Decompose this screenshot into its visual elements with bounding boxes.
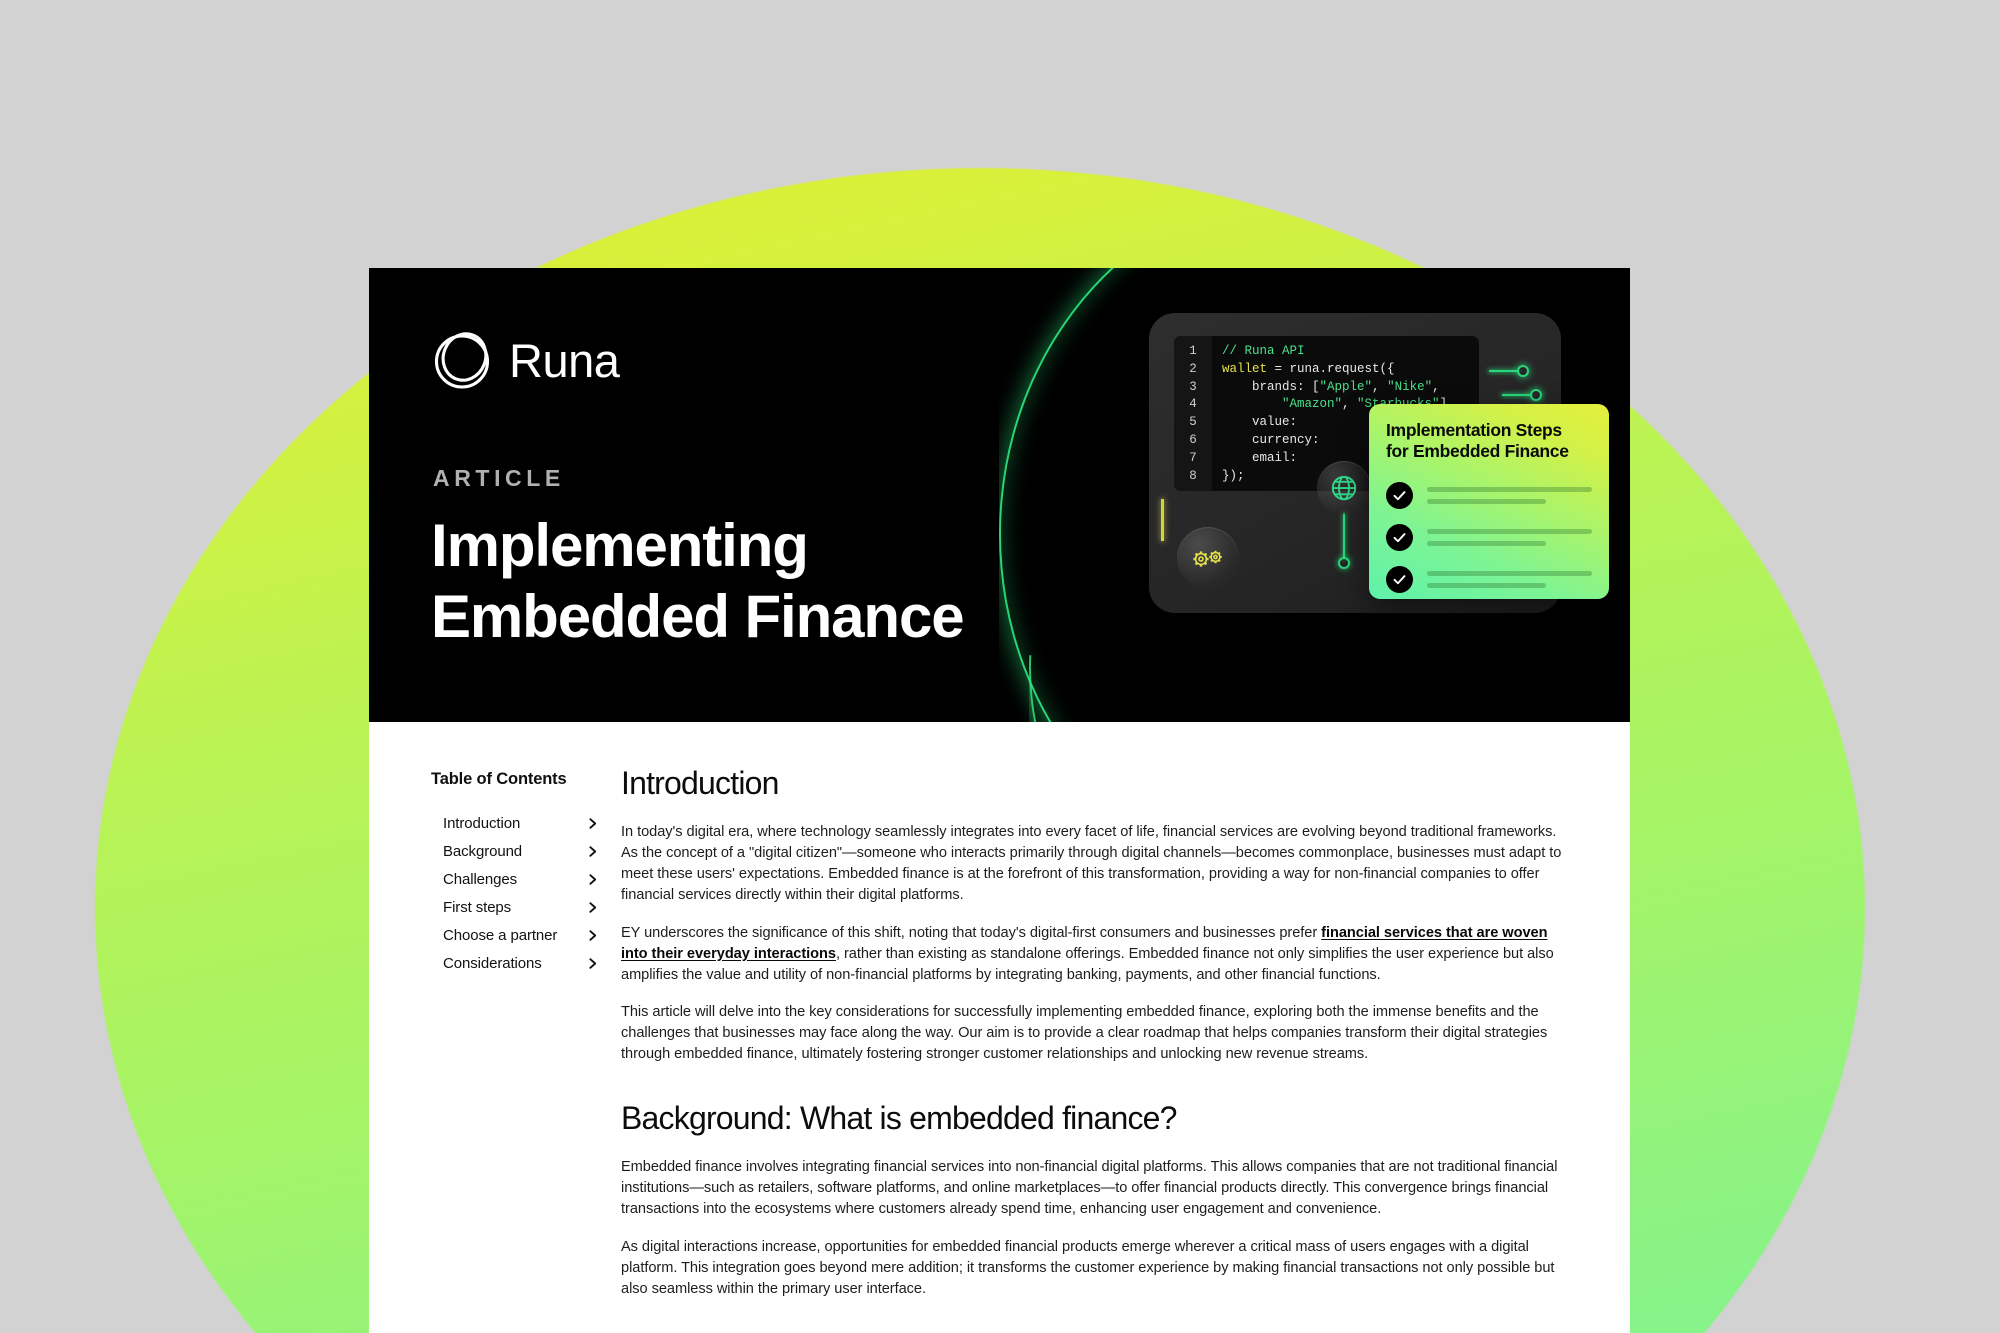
gears-icon [1193,550,1222,567]
paragraph-2: EY underscores the significance of this … [621,923,1564,986]
checklist-row [1386,481,1592,509]
checklist-card: Implementation Steps for Embedded Financ… [1369,404,1609,599]
runa-circle-logo-icon [434,332,490,389]
paragraph-1: In today's digital era, where technology… [621,824,1562,903]
globe-badge [1317,461,1371,515]
article-eyebrow: ARTICLE [433,465,565,491]
code-line-number: 7 [1189,450,1197,465]
code-line-number: 3 [1189,379,1197,394]
code-token: // Runa API [1222,344,1305,358]
toc-item-label: Choose a partner [443,926,558,944]
paragraph-3: This article will delve into the key con… [621,1004,1548,1063]
checklist-bars [1427,570,1592,588]
code-line-number: 6 [1189,432,1197,447]
chevron-right-icon [589,957,597,969]
toc-item-first-steps[interactable]: First steps [443,893,599,921]
code-line-number: 2 [1189,361,1197,376]
page-title-line-2: Embedded Finance [431,582,965,650]
section-heading-introduction: Introduction [621,765,779,801]
code-token: currency: [1222,432,1320,447]
code-token: email: [1222,450,1298,465]
checklist-title-line-2: for Embedded Finance [1386,441,1569,462]
toc-item-label: Introduction [443,814,521,832]
connector-stem [1343,513,1345,559]
table-of-contents: Table of Contents Introduction Background… [369,722,621,1300]
code-line-number: 1 [1189,344,1197,358]
code-token: wallet [1222,361,1275,376]
toc-item-challenges[interactable]: Challenges [443,865,599,893]
checklist-bar [1427,486,1592,492]
toc-item-introduction[interactable]: Introduction [443,809,599,837]
connector-stem-dot [1338,557,1350,569]
checklist-row [1386,523,1592,551]
code-token: , [1432,379,1440,394]
code-line-numbers: 1 2 3 4 5 6 7 8 [1174,336,1212,491]
toc-item-background[interactable]: Background [443,837,599,865]
checklist-rows [1386,481,1592,593]
paragraph-5: As digital interactions increase, opport… [621,1238,1555,1297]
chevron-right-icon [589,901,597,913]
code-line: // Runa API [1222,343,1479,361]
toc-item-choose-a-partner[interactable]: Choose a partner [443,921,599,949]
globe-icon [1331,475,1357,501]
checklist-bar [1427,582,1546,588]
page-title: Implementing Embedded Finance [431,511,965,653]
code-token: = runa.request({ [1274,361,1395,376]
section-heading-background: Background: What is embedded finance? [621,1099,1177,1136]
code-token: , [1372,379,1388,394]
checklist-bars [1427,528,1592,546]
code-token: }); [1222,468,1245,483]
chevron-right-icon [589,929,597,941]
code-line-number: 8 [1189,468,1197,483]
chevron-right-icon [589,873,597,885]
code-line-number: 4 [1189,397,1197,412]
chevron-right-icon [589,817,597,829]
gears-badge [1177,527,1239,589]
chevron-right-icon [589,845,597,857]
checklist-bar [1427,570,1592,576]
toc-list: Introduction Background Challenges First st… [431,809,621,977]
paragraph-4: Embedded finance involves integrating fi… [621,1159,1558,1218]
toc-item-label: Challenges [443,870,518,888]
article-body: Table of Contents Introduction Background… [369,722,1630,1300]
article-card: Runa ARTICLE Implementing Embedded Finan… [369,268,1630,1333]
code-line: brands: ["Apple", "Nike", [1222,379,1479,397]
check-icon [1386,565,1413,593]
check-icon [1386,481,1413,509]
page-title-line-1: Implementing [431,512,809,579]
toc-item-label: Background [443,842,523,860]
accent-bar [1161,499,1164,541]
brand-logo[interactable]: Runa [432,330,620,390]
brand-name: Runa [509,333,620,387]
code-token: brands: [ [1222,379,1320,394]
toc-item-considerations[interactable]: Considerations [443,949,599,977]
hero-header: Runa ARTICLE Implementing Embedded Finan… [369,268,1630,722]
checklist-bar [1427,498,1546,504]
code-token: , [1342,397,1358,412]
code-line: wallet = runa.request({ [1222,361,1479,379]
checklist-row [1386,565,1592,593]
article-content: Introduction In today's digital era, whe… [621,722,1630,1300]
paragraph-2-before: EY underscores the significance of this … [621,924,1322,941]
code-token: "Apple" [1319,379,1373,394]
code-line-number: 5 [1189,415,1197,430]
checklist-title-line-1: Implementation Steps [1386,420,1562,440]
toc-item-label: Considerations [443,954,542,972]
toc-heading: Table of Contents [431,770,567,788]
code-token: "Amazon" [1282,397,1343,412]
checklist-title: Implementation Steps for Embedded Financ… [1386,420,1592,463]
checklist-bars [1427,486,1592,504]
code-token: value: [1222,415,1298,430]
checklist-bar [1427,528,1592,534]
code-token: "Nike" [1387,379,1433,394]
toc-item-label: First steps [443,898,512,916]
checklist-bar [1427,540,1546,546]
check-icon [1386,523,1413,551]
